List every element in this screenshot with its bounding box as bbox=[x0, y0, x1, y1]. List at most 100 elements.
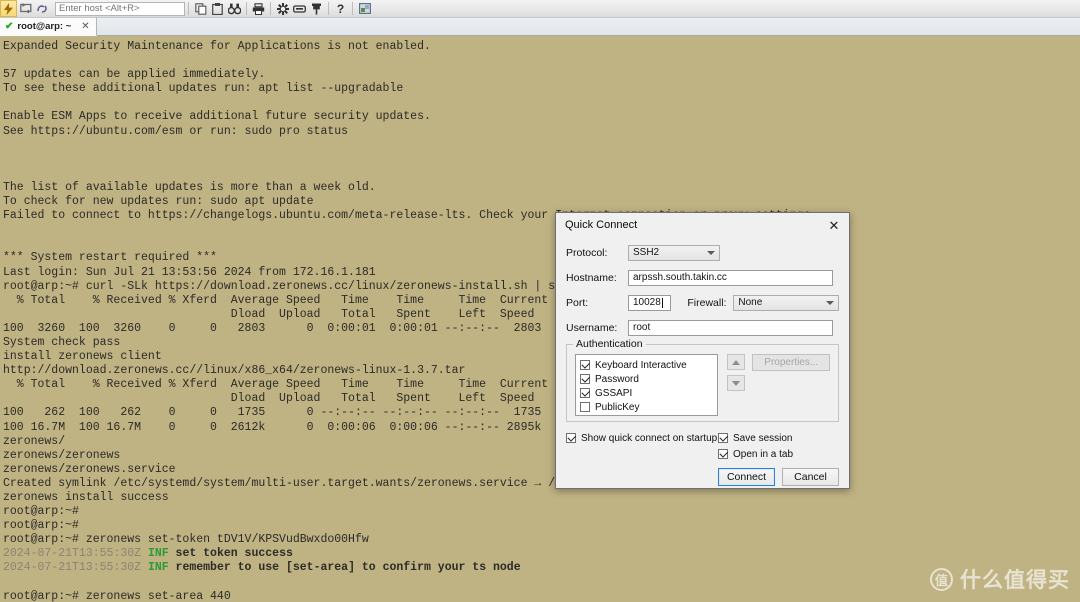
protocol-select[interactable]: SSH2 bbox=[628, 245, 720, 261]
terminal-line: root@arp:~# zeronews set-token tDV1V/KPS… bbox=[3, 533, 1080, 547]
terminal-line: Failed to connect to https://changelogs.… bbox=[3, 209, 1080, 223]
keyboard-icon[interactable] bbox=[291, 0, 308, 17]
show-on-startup-checkbox[interactable]: Show quick connect on startup bbox=[566, 430, 718, 446]
checkbox-icon[interactable] bbox=[580, 360, 590, 370]
toolbar-separator-5 bbox=[352, 2, 353, 15]
terminal-log-line: 2024-07-21T13:55:30Z INF remember to use… bbox=[3, 561, 1080, 575]
move-down-button[interactable] bbox=[727, 375, 745, 391]
dialog-footer: Show quick connect on startup Save sessi… bbox=[556, 422, 849, 486]
username-label: Username: bbox=[566, 322, 628, 334]
terminal-line: 100 3260 100 3260 0 0 2803 0 0:00:01 0:0… bbox=[3, 322, 1080, 336]
tab-label: root@arp: ~ bbox=[17, 21, 71, 32]
watermark-logo-icon: 值 bbox=[930, 568, 953, 591]
terminal-line: Dload Upload Total Spent Left Speed bbox=[3, 392, 1080, 406]
help-icon[interactable]: ? bbox=[332, 0, 349, 17]
toolbar-separator-2 bbox=[246, 2, 247, 15]
terminal-line: To see these additional updates run: apt… bbox=[3, 82, 1080, 96]
terminal-line: The list of available updates is more th… bbox=[3, 181, 1080, 195]
watermark-text: 什么值得买 bbox=[960, 564, 1070, 594]
quick-connect-bolt-icon[interactable] bbox=[0, 0, 17, 17]
auth-method-item[interactable]: Password bbox=[580, 372, 717, 386]
toolbar-separator-3 bbox=[270, 2, 271, 15]
authentication-legend: Authentication bbox=[573, 338, 646, 350]
auth-method-label: Password bbox=[595, 374, 639, 385]
connect-button[interactable]: Connect bbox=[718, 468, 775, 486]
terminal-line bbox=[3, 54, 1080, 68]
quick-connect-dialog: Quick Connect ✕ Protocol: SSH2 Hostname:… bbox=[555, 212, 850, 489]
username-input[interactable]: root bbox=[628, 320, 833, 336]
checkbox-icon[interactable] bbox=[580, 388, 590, 398]
pin-icon[interactable] bbox=[308, 0, 325, 17]
hostname-row: Hostname: arpssh.south.takin.cc bbox=[566, 267, 839, 288]
open-in-tab-checkbox[interactable]: Open in a tab bbox=[718, 446, 839, 462]
auth-method-item[interactable]: Keyboard Interactive bbox=[580, 358, 717, 372]
dialog-body: Protocol: SSH2 Hostname: arpssh.south.ta… bbox=[556, 237, 849, 422]
text-caret bbox=[662, 298, 663, 308]
dialog-button-row: Connect Cancel bbox=[718, 468, 839, 486]
tab-root-arp[interactable]: ✔ root@arp: ~ ✕ bbox=[0, 18, 97, 36]
terminal-line bbox=[3, 167, 1080, 181]
terminal-line: See https://ubuntu.com/esm or run: sudo … bbox=[3, 125, 1080, 139]
chevron-down-icon bbox=[707, 251, 715, 255]
terminal-line bbox=[3, 576, 1080, 590]
authentication-method-list[interactable]: Keyboard Interactive PasswordGSSAPI Public… bbox=[575, 354, 718, 416]
copy-icon[interactable] bbox=[192, 0, 209, 17]
terminal-line: zeronews/zeronews.service bbox=[3, 463, 1080, 477]
toolbar-separator-1 bbox=[188, 2, 189, 15]
hostname-input[interactable]: arpssh.south.takin.cc bbox=[628, 270, 833, 286]
auth-method-item[interactable]: GSSAPI bbox=[580, 386, 717, 400]
move-up-button[interactable] bbox=[727, 354, 745, 370]
auth-reorder-arrows bbox=[727, 354, 745, 391]
save-session-checkbox[interactable]: Save session bbox=[718, 430, 839, 446]
terminal-line: 100 262 100 262 0 0 1735 0 --:--:-- --:-… bbox=[3, 406, 1080, 420]
terminal-line: zeronews/zeronews bbox=[3, 449, 1080, 463]
terminal-line: root@arp:~# bbox=[3, 519, 1080, 533]
checkbox-icon[interactable] bbox=[580, 374, 590, 384]
watermark: 值 什么值得买 bbox=[930, 564, 1070, 594]
checkbox-icon[interactable] bbox=[580, 402, 590, 412]
terminal-line: *** System restart required *** bbox=[3, 251, 1080, 265]
terminal-line: Enable ESM Apps to receive additional fu… bbox=[3, 110, 1080, 124]
terminal-line: zeronews/ bbox=[3, 435, 1080, 449]
find-icon[interactable] bbox=[226, 0, 243, 17]
dialog-title: Quick Connect bbox=[565, 219, 637, 231]
cancel-button[interactable]: Cancel bbox=[782, 468, 839, 486]
log-level: INF bbox=[148, 547, 176, 560]
terminal-line: http://download.zeronews.cc//linux/x86_x… bbox=[3, 364, 1080, 378]
port-row: Port: 10028 Firewall: None bbox=[566, 292, 839, 313]
terminal-line bbox=[3, 139, 1080, 153]
terminal-line: Last login: Sun Jul 21 13:53:56 2024 fro… bbox=[3, 266, 1080, 280]
terminal-output[interactable]: Expanded Security Maintenance for Applic… bbox=[0, 37, 1080, 602]
terminal-line bbox=[3, 96, 1080, 110]
disconnect-icon[interactable] bbox=[34, 0, 51, 17]
gear-icon[interactable] bbox=[274, 0, 291, 17]
firewall-select[interactable]: None bbox=[733, 295, 839, 311]
dialog-titlebar[interactable]: Quick Connect ✕ bbox=[556, 213, 849, 237]
terminal-line: root@arp:~# curl -SLk https://download.z… bbox=[3, 280, 1080, 294]
reconnect-icon[interactable] bbox=[17, 0, 34, 17]
properties-button[interactable]: Properties... bbox=[752, 354, 830, 371]
auth-method-label: PublicKey bbox=[595, 402, 639, 413]
host-input[interactable] bbox=[55, 2, 185, 16]
auth-method-item[interactable]: PublicKey bbox=[580, 400, 717, 414]
port-input[interactable]: 10028 bbox=[628, 295, 671, 311]
terminal-line: Expanded Security Maintenance for Applic… bbox=[3, 40, 1080, 54]
hostname-label: Hostname: bbox=[566, 272, 628, 284]
authentication-group: Authentication Keyboard InteractivePassw… bbox=[566, 344, 839, 422]
print-icon[interactable] bbox=[250, 0, 267, 17]
log-timestamp: 2024-07-21T13:55:30Z bbox=[3, 547, 148, 560]
toolbar-separator-4 bbox=[328, 2, 329, 15]
paste-icon[interactable] bbox=[209, 0, 226, 17]
port-value: 10028 bbox=[633, 297, 661, 308]
chevron-down-icon bbox=[826, 301, 834, 305]
terminal-line: install zeronews client bbox=[3, 350, 1080, 364]
layout-icon[interactable] bbox=[356, 0, 373, 17]
terminal-line: 100 16.7M 100 16.7M 0 0 2612k 0 0:00:06 … bbox=[3, 421, 1080, 435]
tab-status-icon: ✔ bbox=[5, 21, 13, 32]
arrow-down-icon bbox=[732, 381, 740, 386]
close-icon[interactable]: ✕ bbox=[81, 21, 89, 32]
close-icon[interactable]: ✕ bbox=[825, 217, 843, 233]
tab-bar: ✔ root@arp: ~ ✕ bbox=[0, 18, 1080, 36]
show-on-startup-label: Show quick connect on startup bbox=[581, 433, 717, 444]
log-level: INF bbox=[148, 561, 176, 574]
